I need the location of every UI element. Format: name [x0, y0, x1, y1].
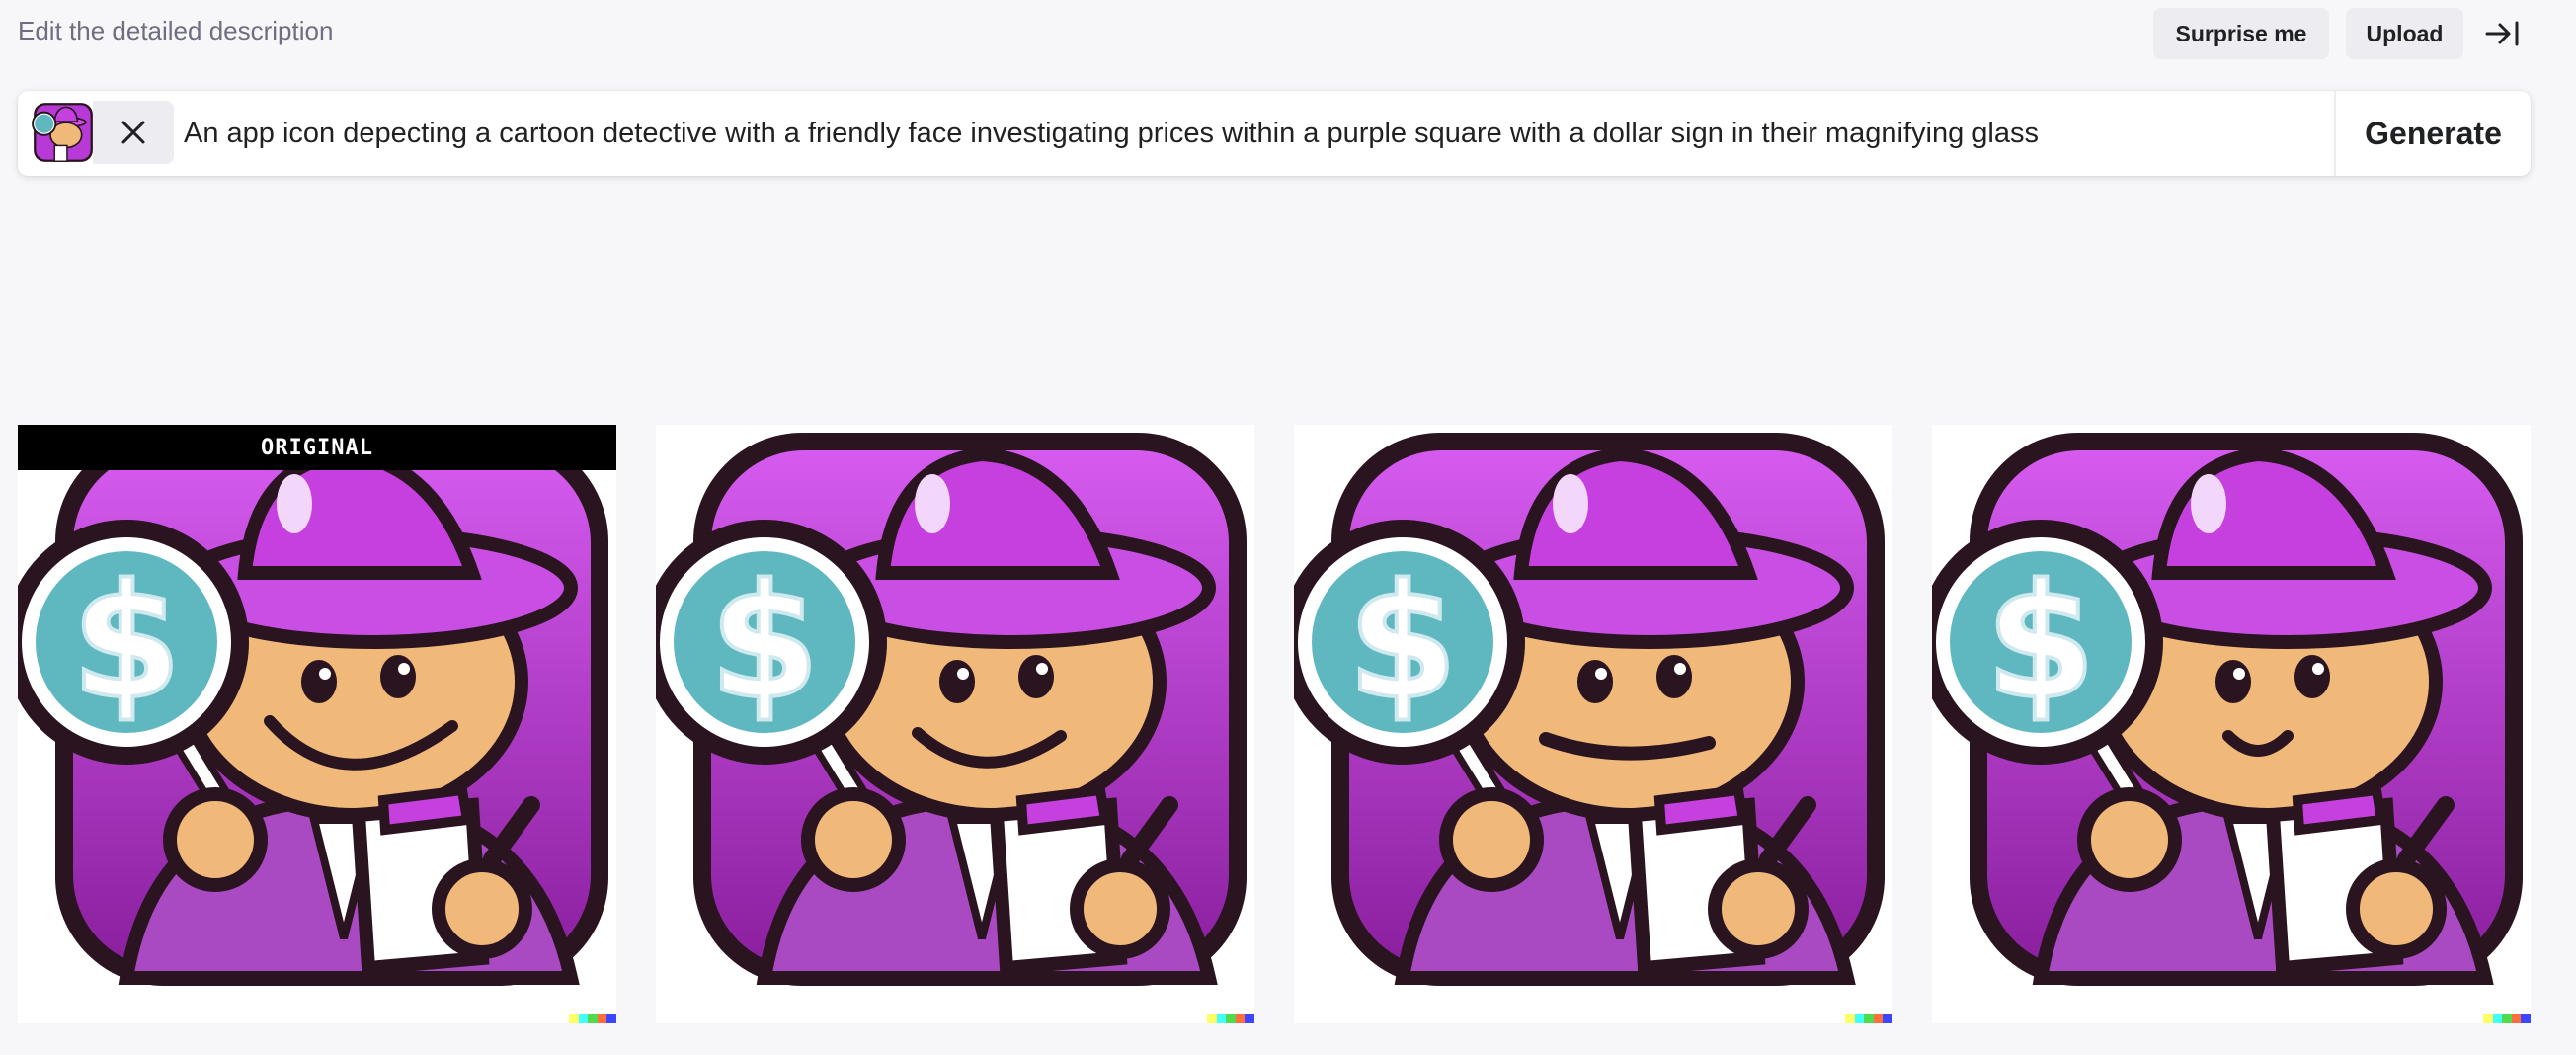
svg-text:$: $ [1347, 549, 1457, 734]
signature-mark [2483, 1014, 2531, 1023]
signature-mark [1207, 1014, 1254, 1023]
signature-mark [1845, 1014, 1892, 1023]
result-image-1[interactable]: $ ORIGINAL [18, 425, 616, 1023]
result-image-2[interactable]: $ [656, 425, 1254, 1023]
close-icon [119, 118, 148, 147]
generate-button[interactable]: Generate [2336, 91, 2531, 176]
description-hint: Edit the detailed description [18, 16, 334, 45]
prompt-bar: An app icon depecting a cartoon detectiv… [18, 91, 2531, 176]
top-bar: Edit the detailed description Surprise m… [0, 0, 2576, 65]
collapse-right-icon[interactable] [2481, 14, 2525, 53]
upload-button[interactable]: Upload [2346, 8, 2463, 59]
signature-mark [569, 1014, 616, 1023]
svg-text:$: $ [71, 549, 181, 734]
result-image-4[interactable]: $ [1932, 425, 2531, 1023]
original-label: ORIGINAL [18, 425, 616, 470]
source-image-thumbnail[interactable] [32, 101, 95, 164]
svg-text:$: $ [1985, 549, 2095, 734]
result-image-3[interactable]: $ [1294, 425, 1892, 1023]
clear-image-button[interactable] [93, 101, 174, 164]
svg-text:$: $ [709, 549, 819, 734]
surprise-me-button[interactable]: Surprise me [2153, 8, 2329, 59]
prompt-input[interactable]: An app icon depecting a cartoon detectiv… [184, 91, 2337, 176]
